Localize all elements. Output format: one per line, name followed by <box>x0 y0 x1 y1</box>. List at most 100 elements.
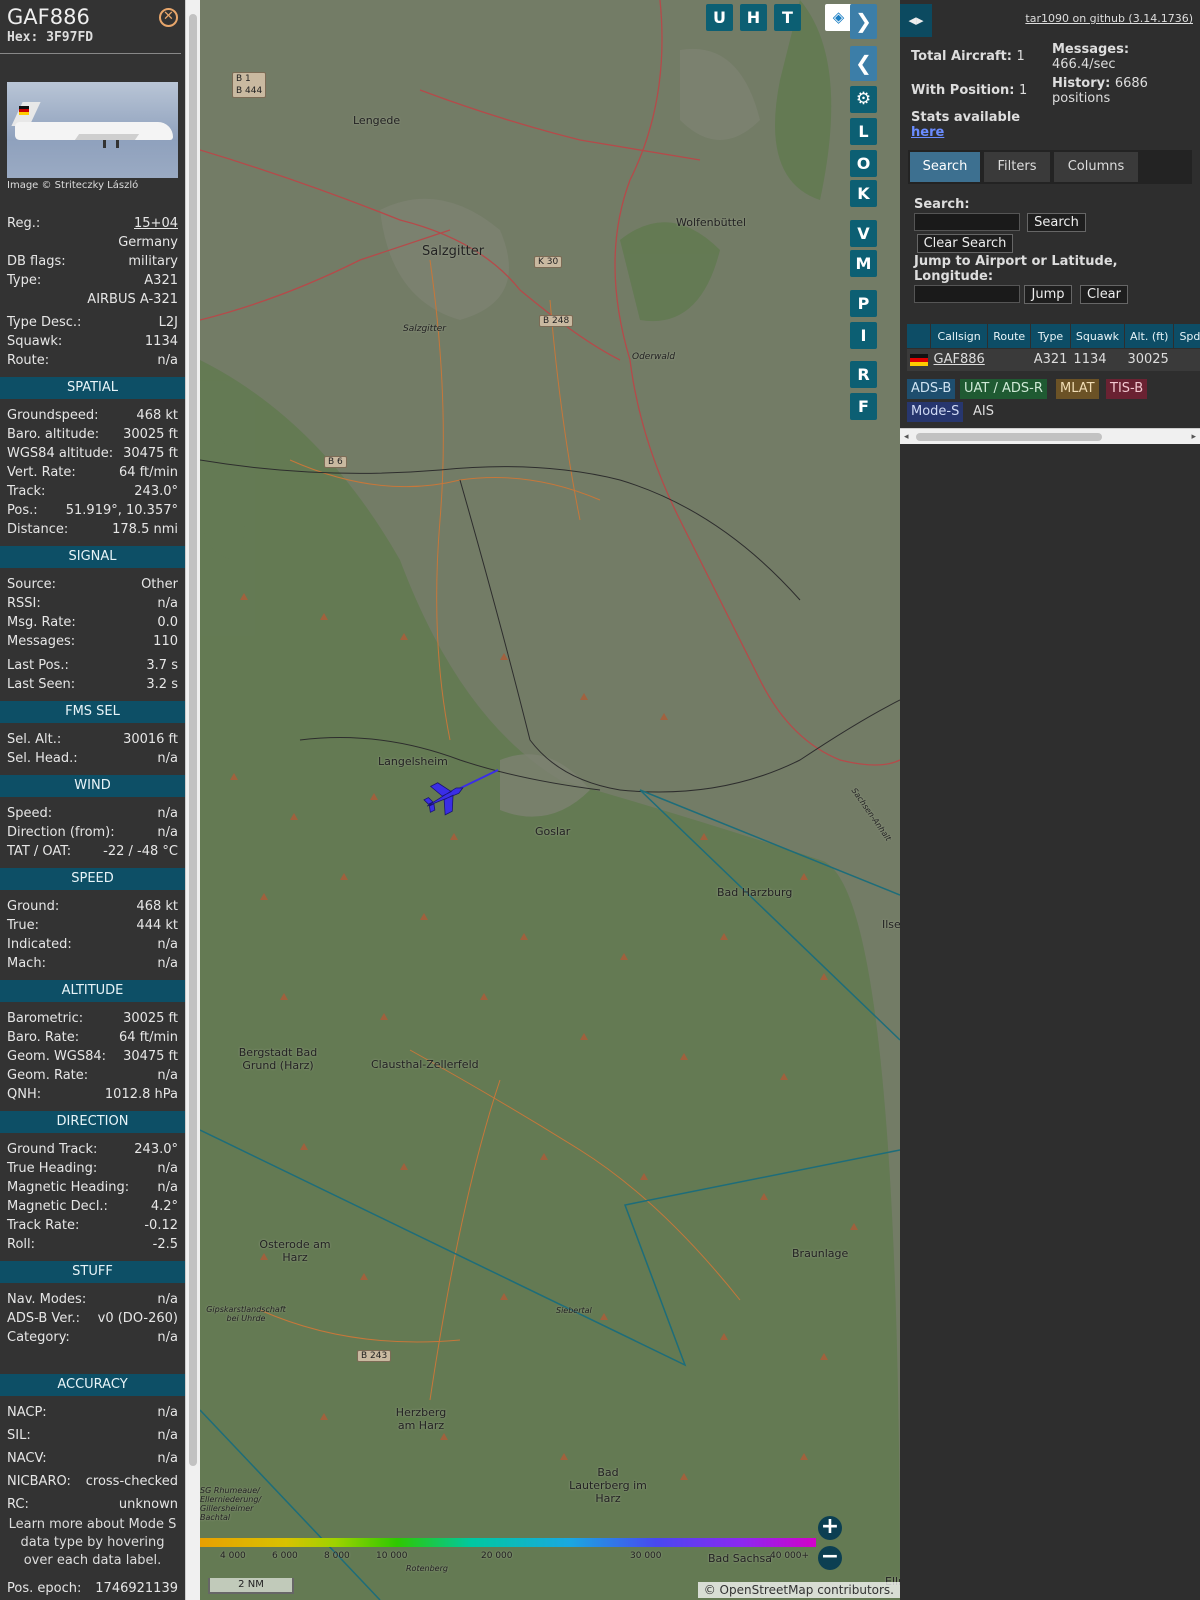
place-herzberg: Herzberg am Harz <box>395 1406 447 1432</box>
basic-row: Reg.: 15+04 <box>7 215 178 233</box>
map-button-r[interactable]: R <box>850 361 877 388</box>
table-cell: 1134 <box>1070 348 1125 371</box>
altitude-color-bar <box>200 1538 816 1547</box>
stuff-row: Nav. Modes: n/a <box>7 1292 178 1307</box>
map-button-u[interactable]: U <box>706 4 733 31</box>
settings-gear-icon[interactable]: ⚙ <box>850 86 877 113</box>
jump-button[interactable]: Jump <box>1024 285 1072 304</box>
column-header[interactable]: Callsign <box>929 323 989 349</box>
map-button-i[interactable]: I <box>850 322 877 349</box>
basic-row: Squawk: 1134 <box>7 334 178 349</box>
map-button-v[interactable]: V <box>850 220 877 247</box>
wind-row: Speed: n/a <box>7 806 178 821</box>
column-header[interactable]: Route <box>987 323 1032 349</box>
table-cell <box>987 348 1031 371</box>
source-mlat: MLAT <box>1056 379 1099 399</box>
tab-columns[interactable]: Columns <box>1054 152 1138 182</box>
close-icon[interactable]: ✕ <box>159 8 178 27</box>
road-k30: K 30 <box>534 256 563 268</box>
search-button[interactable]: Search <box>1027 213 1086 232</box>
speed-row: Indicated: n/a <box>7 937 178 952</box>
registration-link[interactable]: 15+04 <box>134 215 178 233</box>
speed-row: Mach: n/a <box>7 956 178 971</box>
section-speed: SPEED <box>0 868 185 890</box>
map-attribution[interactable]: © OpenStreetMap contributors. <box>697 1582 900 1598</box>
place-lauterberg: Bad Lauterberg im Harz <box>569 1466 647 1505</box>
github-link[interactable]: tar1090 on github (3.14.1736) <box>1025 12 1193 25</box>
road-b6: B 6 <box>324 456 347 468</box>
map-button-f[interactable]: F <box>850 393 877 420</box>
jump-input[interactable] <box>914 285 1020 303</box>
map-button-t[interactable]: T <box>774 4 801 31</box>
column-header[interactable] <box>906 323 931 349</box>
tab-filters[interactable]: Filters <box>984 152 1050 182</box>
layers-icon[interactable]: ◈ <box>825 4 852 31</box>
table-row[interactable]: GAF886 A321 1134 30025 <box>906 348 1200 371</box>
sidebar: ◂▸ tar1090 on github (3.14.1736) Total A… <box>900 0 1200 1600</box>
table-cell[interactable]: GAF886 <box>930 348 988 371</box>
signal-row: RSSI: n/a <box>7 596 178 611</box>
map-button-k[interactable]: K <box>850 180 877 207</box>
altitude-scale-label: 10 000 <box>376 1551 408 1561</box>
place-salzgitter: Salzgitter <box>422 244 485 259</box>
accuracy-row: NICBARO: cross-checked <box>7 1474 178 1489</box>
road-b248: B 248 <box>539 315 574 327</box>
section-spatial: SPATIAL <box>0 377 185 399</box>
altitude-scale-label: 6 000 <box>272 1551 298 1561</box>
next-aircraft-icon[interactable]: ❯ <box>850 4 877 39</box>
aircraft-table: CallsignRouteTypeSquawkAlt. (ft)Spd. GAF… <box>906 323 1200 371</box>
spatial-row: Groundspeed: 468 kt <box>7 408 178 423</box>
clear-jump-button[interactable]: Clear <box>1080 285 1128 304</box>
place-siebertal: Siebertal <box>556 1306 592 1315</box>
map-button-m[interactable]: M <box>850 250 877 277</box>
source-uat: UAT / ADS-R <box>960 379 1047 399</box>
jump-label: Jump to Airport or Latitude, Longitude: <box>914 254 1118 284</box>
expand-sidebar-icon[interactable]: ◂▸ <box>900 4 932 37</box>
zoom-in-icon[interactable]: + <box>818 1516 842 1540</box>
source-tisb: TIS-B <box>1106 379 1148 399</box>
column-header[interactable]: Type <box>1030 323 1071 349</box>
section-altitude: ALTITUDE <box>0 980 185 1002</box>
basic-row: DB flags: military <box>7 254 178 269</box>
altitude-scale-label: 20 000 <box>481 1551 513 1561</box>
aircraft-photo[interactable] <box>7 82 178 178</box>
column-header[interactable]: Spd. <box>1173 323 1200 349</box>
direction-row: Magnetic Decl.: 4.2° <box>7 1199 178 1214</box>
column-header[interactable]: Squawk <box>1069 323 1125 349</box>
stats-link[interactable]: here <box>911 125 1020 140</box>
place-oderwald: Oderwald <box>632 352 676 362</box>
map-button-p[interactable]: P <box>850 290 877 317</box>
signal-row: Last Pos.: 3.7 s <box>7 658 178 673</box>
search-input[interactable] <box>914 213 1020 231</box>
spatial-row: Baro. altitude: 30025 ft <box>7 427 178 442</box>
prev-aircraft-icon[interactable]: ❮ <box>850 46 877 81</box>
map-button-h[interactable]: H <box>740 4 767 31</box>
speed-row: True: 444 kt <box>7 918 178 933</box>
info-scrollbar[interactable] <box>185 0 200 1600</box>
place-bad-harzburg: Bad Harzburg <box>717 886 793 899</box>
pos-epoch-row: Pos. epoch: 1746921139 <box>7 1581 178 1596</box>
altitude-scale-label: 8 000 <box>324 1551 350 1561</box>
accuracy-row: NACV: n/a <box>7 1451 178 1466</box>
column-header[interactable]: Alt. (ft) <box>1123 323 1175 349</box>
direction-row: Ground Track: 243.0° <box>7 1142 178 1157</box>
section-stuff: STUFF <box>0 1261 185 1283</box>
altitude-row: QNH: 1012.8 hPa <box>7 1087 178 1102</box>
map[interactable]: Lengede Salzgitter Salzgitter Wolfenbütt… <box>200 0 900 1600</box>
table-cell: A321 <box>1030 348 1071 371</box>
table-hscrollbar[interactable]: ◂ ▸ <box>900 428 1200 444</box>
tab-search[interactable]: Search <box>910 152 980 182</box>
zoom-out-icon[interactable]: − <box>818 1546 842 1570</box>
messages-rate: Messages: 466.4/sec <box>1052 42 1130 72</box>
map-button-o[interactable]: O <box>850 150 877 177</box>
basic-row: Type Desc.: L2J <box>7 315 178 330</box>
map-button-l[interactable]: L <box>850 118 877 145</box>
direction-row: True Heading: n/a <box>7 1161 178 1176</box>
place-rhumeaue: SG Rhumeaue/ Ellerniederung/ Gillersheim… <box>200 1486 262 1522</box>
clear-search-button[interactable]: Clear Search <box>917 234 1013 253</box>
country-flag-cell <box>906 348 931 371</box>
spatial-row: Vert. Rate: 64 ft/min <box>7 465 178 480</box>
speed-row: Ground: 468 kt <box>7 899 178 914</box>
altitude-scale-label: 40 000+ <box>770 1551 810 1561</box>
spatial-row: Distance: 178.5 nmi <box>7 522 178 537</box>
